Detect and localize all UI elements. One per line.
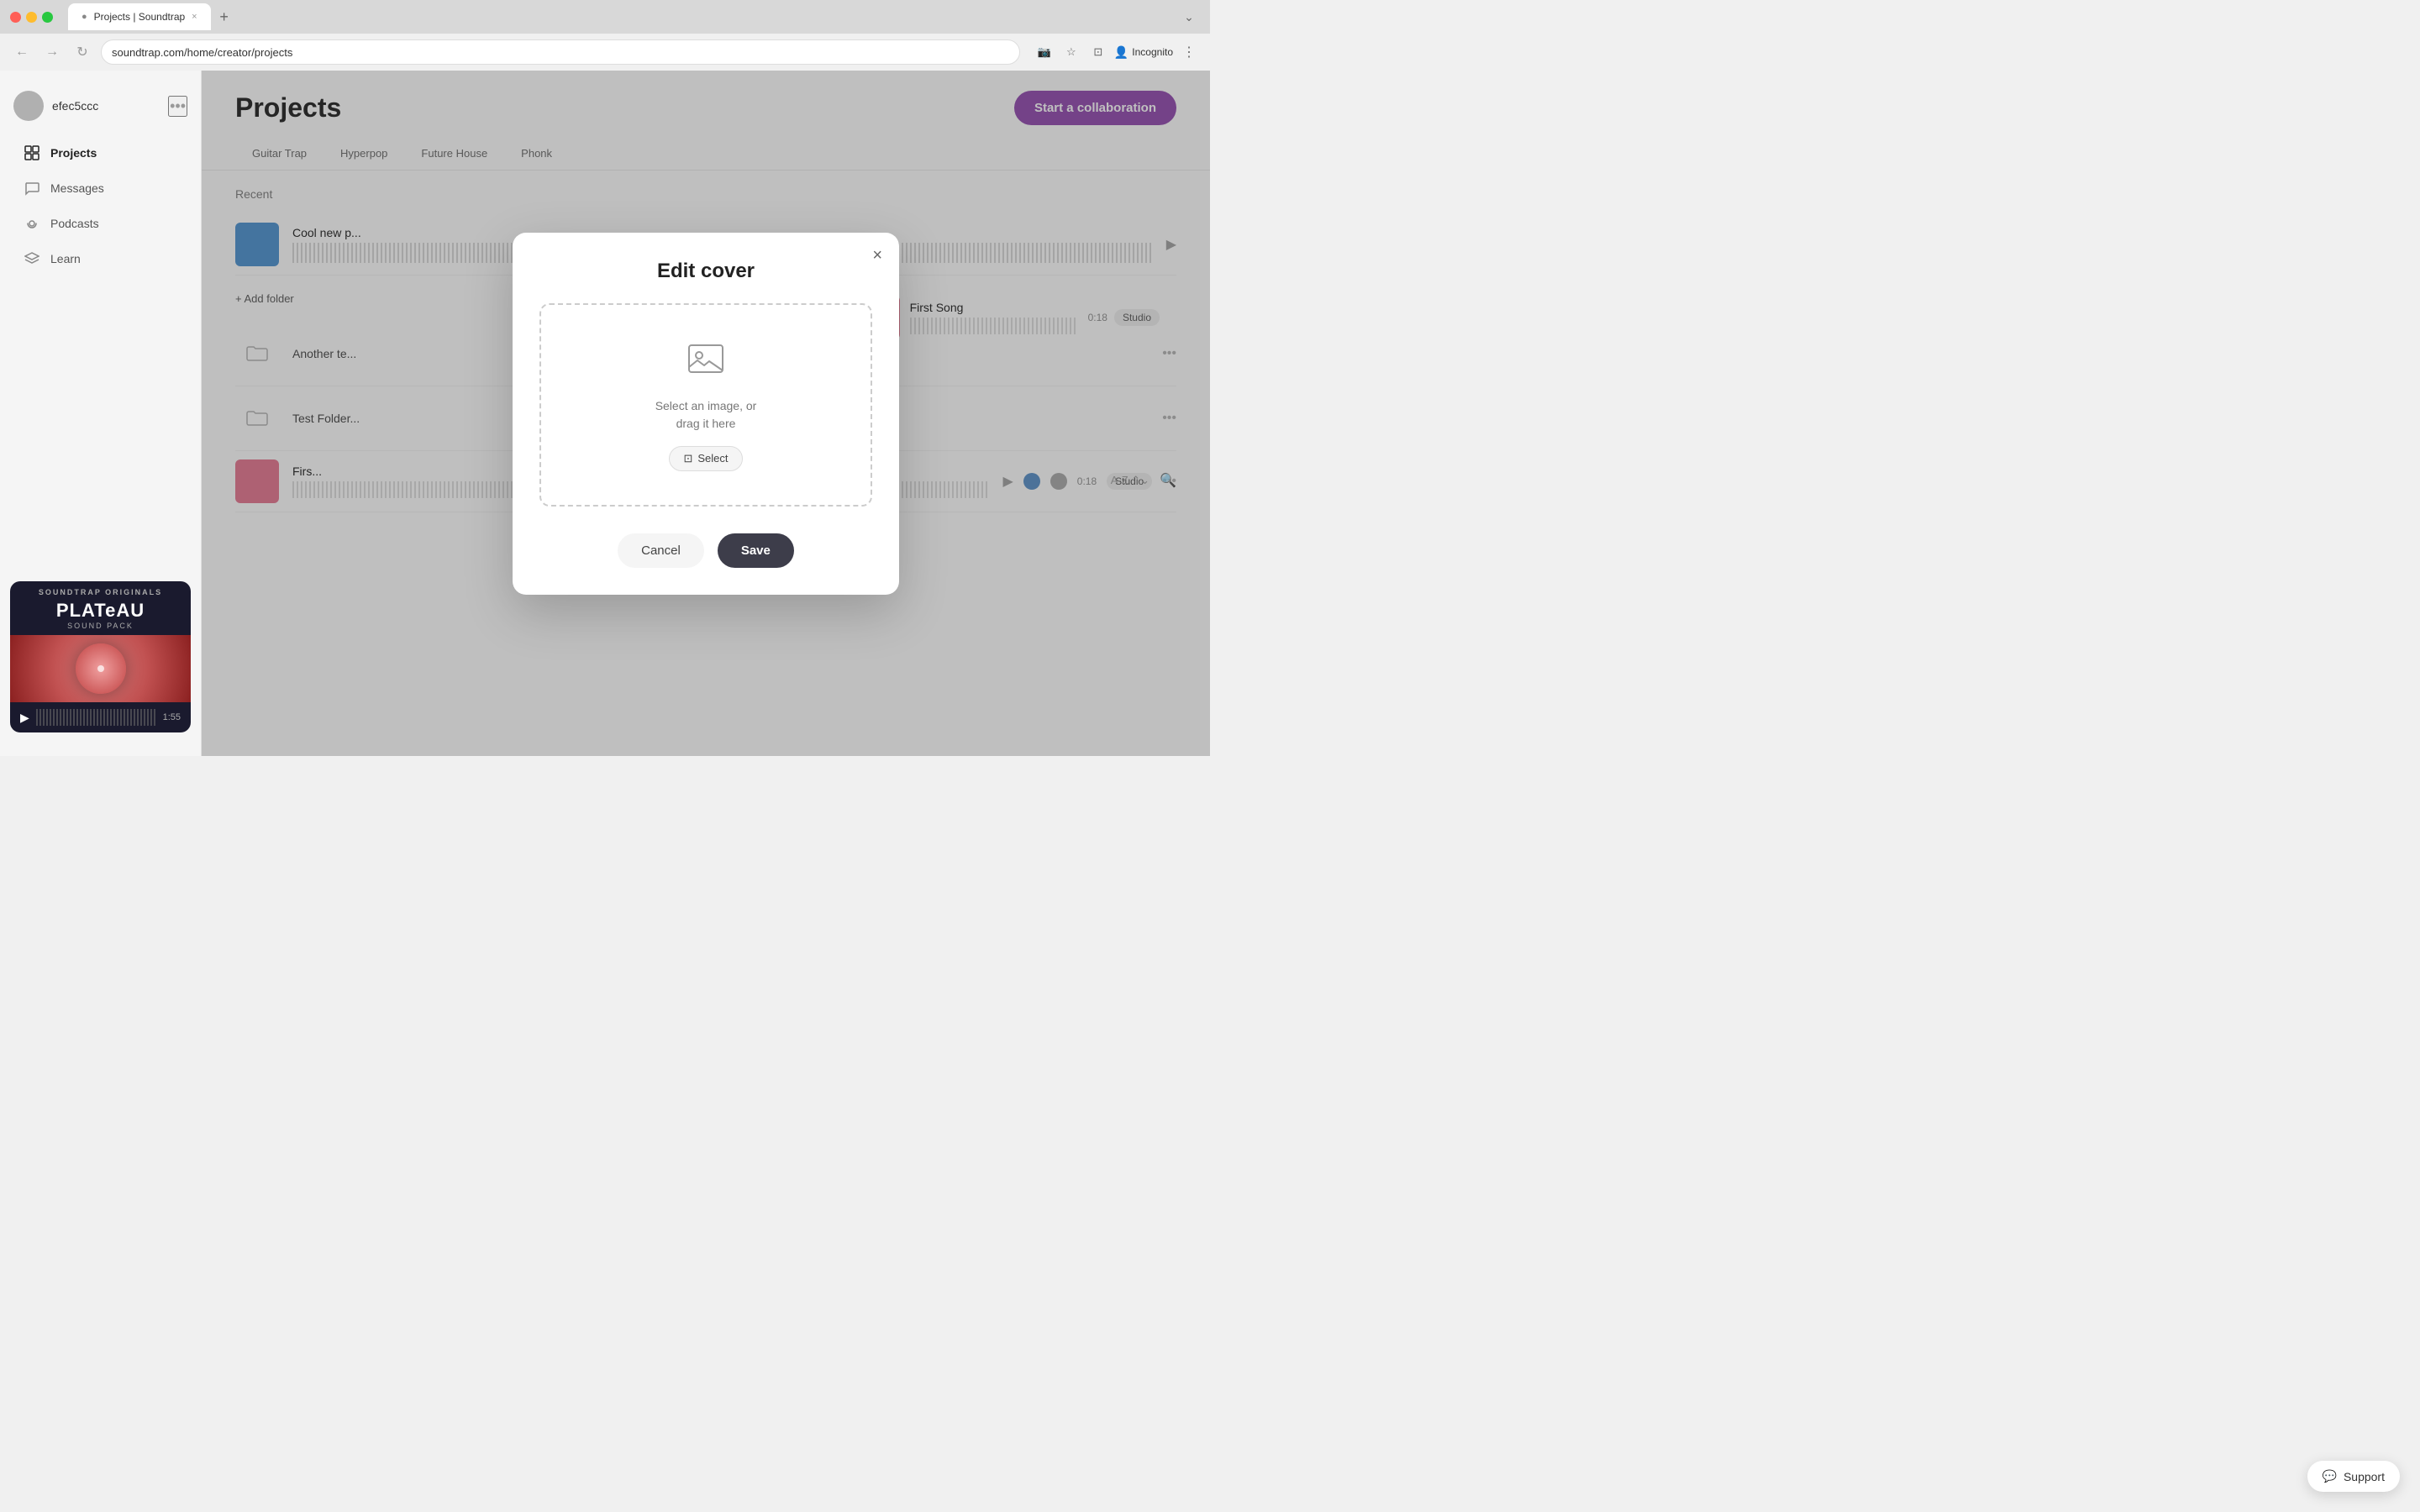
traffic-lights: [10, 12, 53, 23]
modal-title: Edit cover: [539, 260, 872, 283]
main-content: Projects Start a collaboration Guitar Tr…: [202, 71, 1210, 756]
minimize-traffic-light[interactable]: [26, 12, 37, 23]
camera-off-icon[interactable]: 📷: [1034, 41, 1055, 63]
sidebar-item-podcasts[interactable]: Podcasts: [7, 207, 194, 240]
projects-icon: [24, 144, 40, 161]
support-icon: 💬: [2323, 1469, 2337, 1483]
incognito-label: Incognito: [1132, 46, 1173, 58]
sidebar-item-label: Messages: [50, 181, 104, 195]
username: efec5ccc: [52, 99, 160, 113]
modal-close-button[interactable]: ×: [872, 246, 882, 265]
maximize-traffic-light[interactable]: [42, 12, 53, 23]
soundtrap-originals[interactable]: SOUNDTRAP ORIGINALS PLATeAU SOUND PACK ▶…: [10, 581, 191, 732]
nav-actions: 📷 ☆ ⊡ 👤 Incognito ⋮: [1034, 41, 1200, 63]
titlebar: ● Projects | Soundtrap × + ⌄: [0, 0, 1210, 34]
user-more-button[interactable]: •••: [168, 96, 187, 117]
select-image-button[interactable]: ⊡ Select: [669, 446, 742, 471]
learn-icon: [24, 250, 40, 267]
bookmark-icon[interactable]: ☆: [1060, 41, 1082, 63]
user-icon: 👤: [1114, 45, 1128, 60]
menu-button[interactable]: ⋮: [1178, 41, 1200, 63]
collapse-button[interactable]: ⌄: [1178, 6, 1200, 28]
upload-text: Select an image, or drag it here: [655, 397, 757, 433]
originals-play-button[interactable]: ▶: [20, 711, 29, 725]
messages-icon: [24, 180, 40, 197]
originals-subtitle: SOUND PACK: [10, 622, 191, 635]
sidebar-item-label: Podcasts: [50, 217, 99, 230]
support-label: Support: [2344, 1470, 2385, 1483]
tab-title: Projects | Soundtrap: [94, 11, 186, 23]
originals-duration: 1:55: [163, 712, 181, 722]
back-button[interactable]: ←: [10, 40, 34, 64]
sidebar-bottom: SOUNDTRAP ORIGINALS PLATeAU SOUND PACK ▶…: [0, 571, 201, 743]
close-traffic-light[interactable]: [10, 12, 21, 23]
sidebar-item-label: Projects: [50, 146, 97, 160]
forward-button[interactable]: →: [40, 40, 64, 64]
originals-player: ▶ 1:55: [10, 702, 191, 732]
address-bar[interactable]: soundtrap.com/home/creator/projects: [101, 39, 1020, 65]
support-button[interactable]: 💬 Support: [2307, 1461, 2400, 1492]
extension-icon[interactable]: ⊡: [1087, 41, 1109, 63]
originals-album-art: [10, 635, 191, 702]
upload-image-icon: [686, 339, 726, 387]
save-button[interactable]: Save: [718, 533, 794, 568]
tab-bar: ● Projects | Soundtrap × +: [68, 3, 1171, 30]
address-text: soundtrap.com/home/creator/projects: [112, 46, 292, 59]
sidebar-item-learn[interactable]: Learn: [7, 242, 194, 276]
originals-waveform: [36, 709, 156, 726]
modal-overlay[interactable]: × Edit cover Select an image, or drag it…: [202, 71, 1210, 756]
browser-tab[interactable]: ● Projects | Soundtrap ×: [68, 3, 211, 30]
app: efec5ccc ••• Projects Messages Podcast: [0, 71, 1210, 756]
modal-footer: Cancel Save: [539, 533, 872, 568]
refresh-button[interactable]: ↻: [71, 40, 94, 64]
sidebar-item-label: Learn: [50, 252, 81, 265]
select-label: Select: [697, 452, 728, 465]
edit-cover-modal: × Edit cover Select an image, or drag it…: [513, 233, 899, 595]
originals-section-label: SOUNDTRAP ORIGINALS: [10, 581, 191, 600]
incognito-button[interactable]: 👤 Incognito: [1114, 45, 1173, 60]
upload-area[interactable]: Select an image, or drag it here ⊡ Selec…: [539, 303, 872, 507]
select-icon: ⊡: [683, 452, 692, 465]
podcasts-icon: [24, 215, 40, 232]
new-tab-button[interactable]: +: [214, 7, 234, 27]
tab-close-btn[interactable]: ×: [192, 12, 197, 22]
avatar: [13, 91, 44, 121]
sidebar-user: efec5ccc •••: [0, 84, 201, 134]
sidebar-item-projects[interactable]: Projects: [7, 136, 194, 170]
cancel-button[interactable]: Cancel: [618, 533, 704, 568]
sidebar-item-messages[interactable]: Messages: [7, 171, 194, 205]
originals-title: PLATeAU: [10, 600, 191, 622]
sidebar-nav: Projects Messages Podcasts Learn: [0, 134, 201, 571]
browser-chrome: ● Projects | Soundtrap × + ⌄ ← → ↻ sound…: [0, 0, 1210, 71]
browser-nav: ← → ↻ soundtrap.com/home/creator/project…: [0, 34, 1210, 71]
sidebar: efec5ccc ••• Projects Messages Podcast: [0, 71, 202, 756]
